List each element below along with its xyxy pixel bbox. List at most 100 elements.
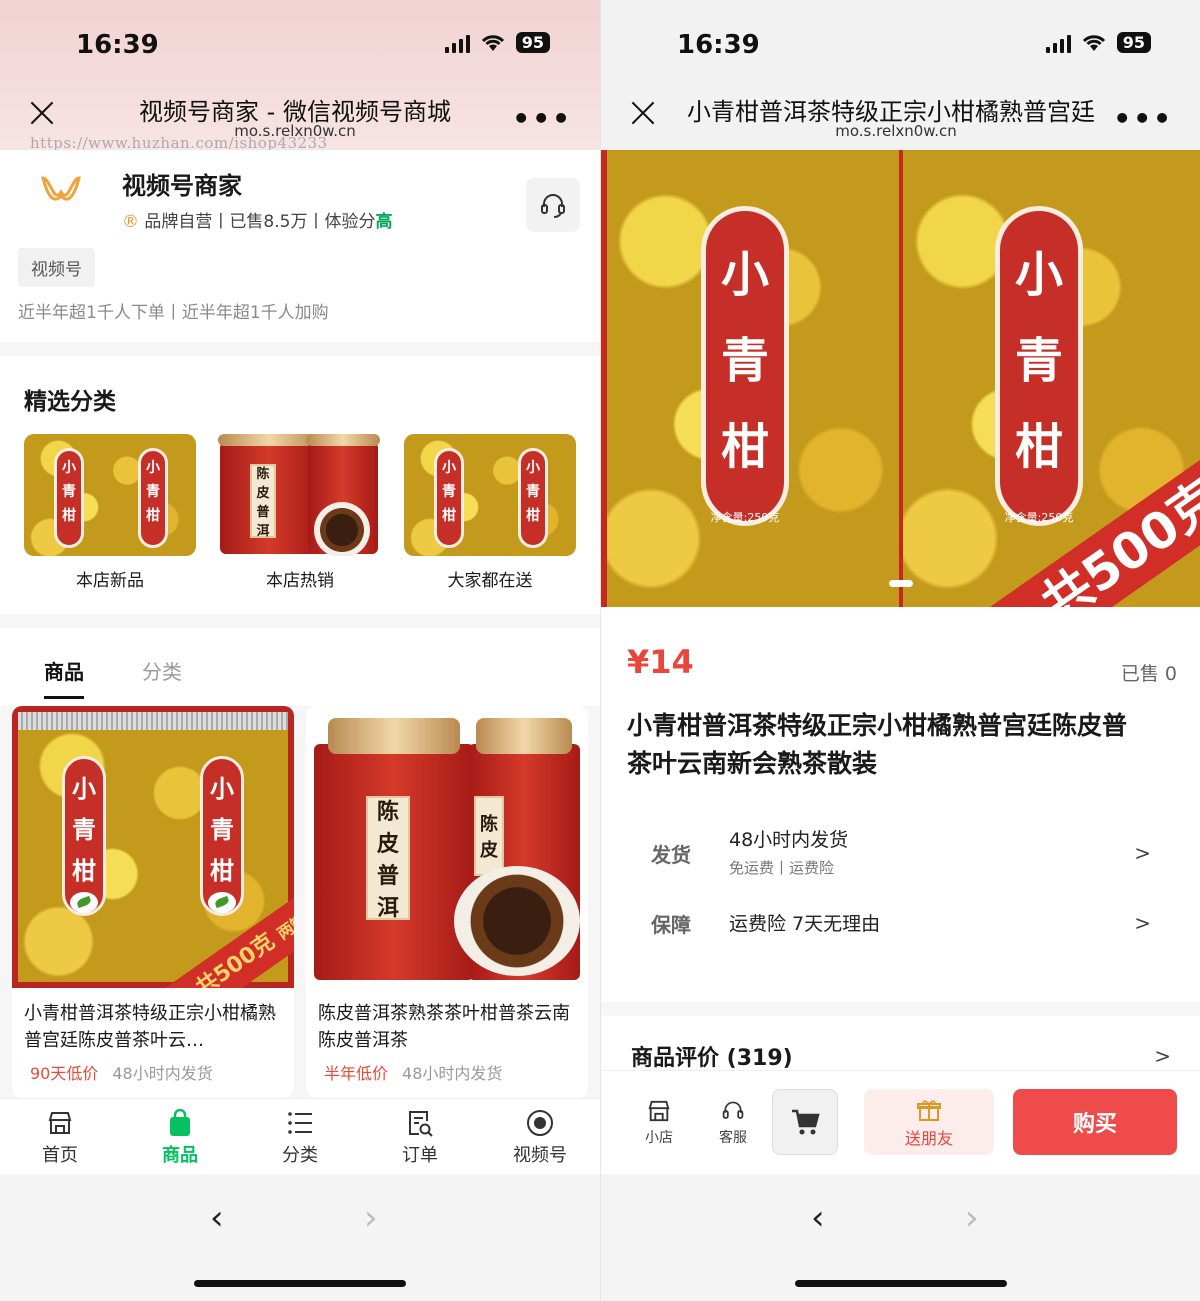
review-row[interactable]: 商品评价 (319) > [601, 1016, 1200, 1071]
status-time: 16:39 [677, 30, 760, 60]
product-image: 小青柑 小青柑 共500克 两罐 [12, 706, 294, 988]
nav-categories[interactable]: 分类 [240, 1107, 360, 1167]
product-info: ¥14 已售 0 小青柑普洱茶特级正宗小柑橘熟普宫廷陈皮普茶叶云南新会熟茶散装 … [601, 607, 1200, 1002]
headset-icon [722, 1101, 744, 1119]
tab-bar: 商品 分类 [0, 628, 600, 706]
more-icon[interactable]: ••• [512, 102, 572, 135]
featured-categories: 精选分类 小青柑 小青柑 本店新品 陈皮普洱 本店热销 小 青 柑 小 青 柑 … [0, 356, 600, 614]
category-label: 大家都在送 [447, 571, 533, 591]
category-label: 本店热销 [266, 571, 334, 591]
category-label: 本店新品 [76, 571, 144, 591]
nav-home[interactable]: 首页 [0, 1107, 120, 1167]
store-icon [648, 1100, 670, 1122]
wifi-icon [481, 34, 504, 51]
bottom-nav: 首页 商品 分类 订单 视频号 [0, 1098, 600, 1174]
price-tag: 90天低价 [30, 1064, 99, 1083]
status-time: 16:39 [76, 30, 159, 60]
gift-icon [917, 1100, 941, 1121]
shop-name[interactable]: 视频号商家 [122, 166, 242, 201]
chevron-right-icon: > [1134, 841, 1151, 865]
carousel-indicator [889, 580, 913, 587]
ship-time: 48小时内发货 [112, 1064, 213, 1083]
sold-count: 已售 0 [1120, 663, 1177, 685]
product-image: 陈皮普洱 陈皮 [306, 706, 588, 988]
battery-level: 95 [1116, 32, 1151, 53]
channels-icon [527, 1110, 553, 1136]
product-name: 陈皮普洱茶熟茶茶叶柑普茶云南陈皮普洱茶 [318, 1003, 570, 1051]
category-image: 陈皮普洱 [214, 434, 386, 556]
action-bar: 小店 客服 送朋友 购买 [601, 1070, 1200, 1174]
category-gift[interactable]: 小青柑 小青柑 大家都在送 [404, 434, 576, 591]
shop-meta: ® 品牌自营丨已售8.5万丨体验分高 [122, 207, 392, 232]
left-screen: 16:39 95 视频号商家 - 微信视频号商城 mo.s.relxn0w.cn… [0, 0, 600, 1301]
section-title: 精选分类 [24, 389, 116, 415]
cart-icon [792, 1109, 820, 1135]
shopping-bag-icon [170, 1109, 190, 1136]
product-price: ¥14 [627, 643, 694, 681]
order-icon [409, 1111, 433, 1137]
shop-header: 视频号商家 ® 品牌自营丨已售8.5万丨体验分高 视频号 近半年超1千人下单丨近… [0, 150, 600, 342]
product-section: 商品 分类 小青柑 小青柑 共500克 两罐 小青柑普洱茶特级正宗小柑橘熟普宫廷… [0, 628, 600, 1098]
store-icon [48, 1112, 72, 1134]
forward-icon[interactable]: › [364, 1198, 378, 1238]
back-icon[interactable]: ‹ [811, 1198, 825, 1238]
nav-products[interactable]: 商品 [120, 1107, 240, 1167]
browser-bar: ‹ › [0, 1174, 600, 1301]
home-indicator[interactable] [795, 1280, 1007, 1287]
review-title: 商品评价 (319) [631, 1046, 793, 1071]
headset-icon [541, 194, 565, 218]
product-meta: 90天低价 48小时内发货 [30, 1060, 213, 1084]
shop-stats: 近半年超1千人下单丨近半年超1千人加购 [18, 303, 329, 323]
shipping-sub: 免运费丨运费险 [729, 859, 835, 877]
gift-button[interactable]: 送朋友 [864, 1089, 994, 1155]
more-icon[interactable]: ••• [1113, 102, 1173, 135]
shop-logo-icon [41, 176, 81, 201]
product-name: 小青柑普洱茶特级正宗小柑橘熟普宫廷陈皮普茶叶云… [24, 1003, 276, 1051]
nav-channels[interactable]: 视频号 [480, 1107, 600, 1167]
tab-products[interactable]: 商品 [44, 656, 84, 699]
status-icons: 95 [1045, 32, 1151, 53]
category-hot[interactable]: 陈皮普洱 本店热销 [214, 434, 386, 591]
cart-button[interactable] [772, 1089, 838, 1155]
shipping-value: 48小时内发货 [729, 829, 849, 851]
title-bar: 小青柑普洱茶特级正宗小柑橘熟普宫廷 mo.s.relxn0w.cn ••• [601, 80, 1200, 150]
list-icon [288, 1112, 312, 1134]
shop-button[interactable]: 小店 [629, 1099, 689, 1147]
close-icon[interactable] [629, 98, 659, 128]
status-bar: 16:39 95 [601, 0, 1200, 80]
buy-button[interactable]: 购买 [1013, 1089, 1177, 1155]
wifi-icon [1082, 34, 1105, 51]
shipping-row[interactable]: 发货 48小时内发货 免运费丨运费险 > [651, 825, 1151, 885]
home-indicator[interactable] [194, 1280, 406, 1287]
experience-level: 高 [375, 212, 393, 232]
registered-icon: ® [122, 212, 139, 232]
close-icon[interactable] [28, 98, 58, 128]
category-new[interactable]: 小青柑 小青柑 本店新品 [24, 434, 196, 591]
right-screen: 16:39 95 小青柑普洱茶特级正宗小柑橘熟普宫廷 mo.s.relxn0w.… [600, 0, 1200, 1301]
forward-icon[interactable]: › [965, 1198, 979, 1238]
category-image: 小青柑 小青柑 [404, 434, 576, 556]
status-bar: 16:39 95 [0, 0, 600, 80]
product-card[interactable]: 小青柑 小青柑 共500克 两罐 小青柑普洱茶特级正宗小柑橘熟普宫廷陈皮普茶叶云… [12, 706, 294, 1098]
product-hero-image[interactable]: 小青柑 净含量:250克 小青柑 净含量:250克 共500克 [601, 150, 1200, 607]
page-url: mo.s.relxn0w.cn [835, 122, 957, 140]
signal-icon [1045, 33, 1071, 53]
status-icons: 95 [444, 32, 550, 53]
back-icon[interactable]: ‹ [210, 1198, 224, 1238]
guarantee-row[interactable]: 保障 运费险 7天无理由 > [651, 909, 1151, 939]
product-card[interactable]: 陈皮普洱 陈皮 陈皮普洱茶熟茶茶叶柑普茶云南陈皮普洱茶 半年低价 48小时内发货 [306, 706, 588, 1098]
customer-service-button[interactable] [526, 178, 580, 232]
shop-tag[interactable]: 视频号 [18, 248, 95, 287]
browser-bar: ‹ › [601, 1174, 1200, 1301]
nav-orders[interactable]: 订单 [360, 1107, 480, 1167]
chevron-right-icon: > [1134, 911, 1151, 935]
shop-meta-text: 品牌自营丨已售8.5万丨体验分 [144, 212, 376, 232]
service-button[interactable]: 客服 [703, 1099, 763, 1147]
chevron-right-icon: > [1154, 1044, 1171, 1068]
tab-categories[interactable]: 分类 [142, 656, 182, 685]
product-title: 小青柑普洱茶特级正宗小柑橘熟普宫廷陈皮普茶叶云南新会熟茶散装 [627, 711, 1128, 778]
ship-time: 48小时内发货 [402, 1064, 503, 1083]
battery-level: 95 [515, 32, 550, 53]
category-image: 小青柑 小青柑 [24, 434, 196, 556]
price-tag: 半年低价 [324, 1064, 389, 1083]
